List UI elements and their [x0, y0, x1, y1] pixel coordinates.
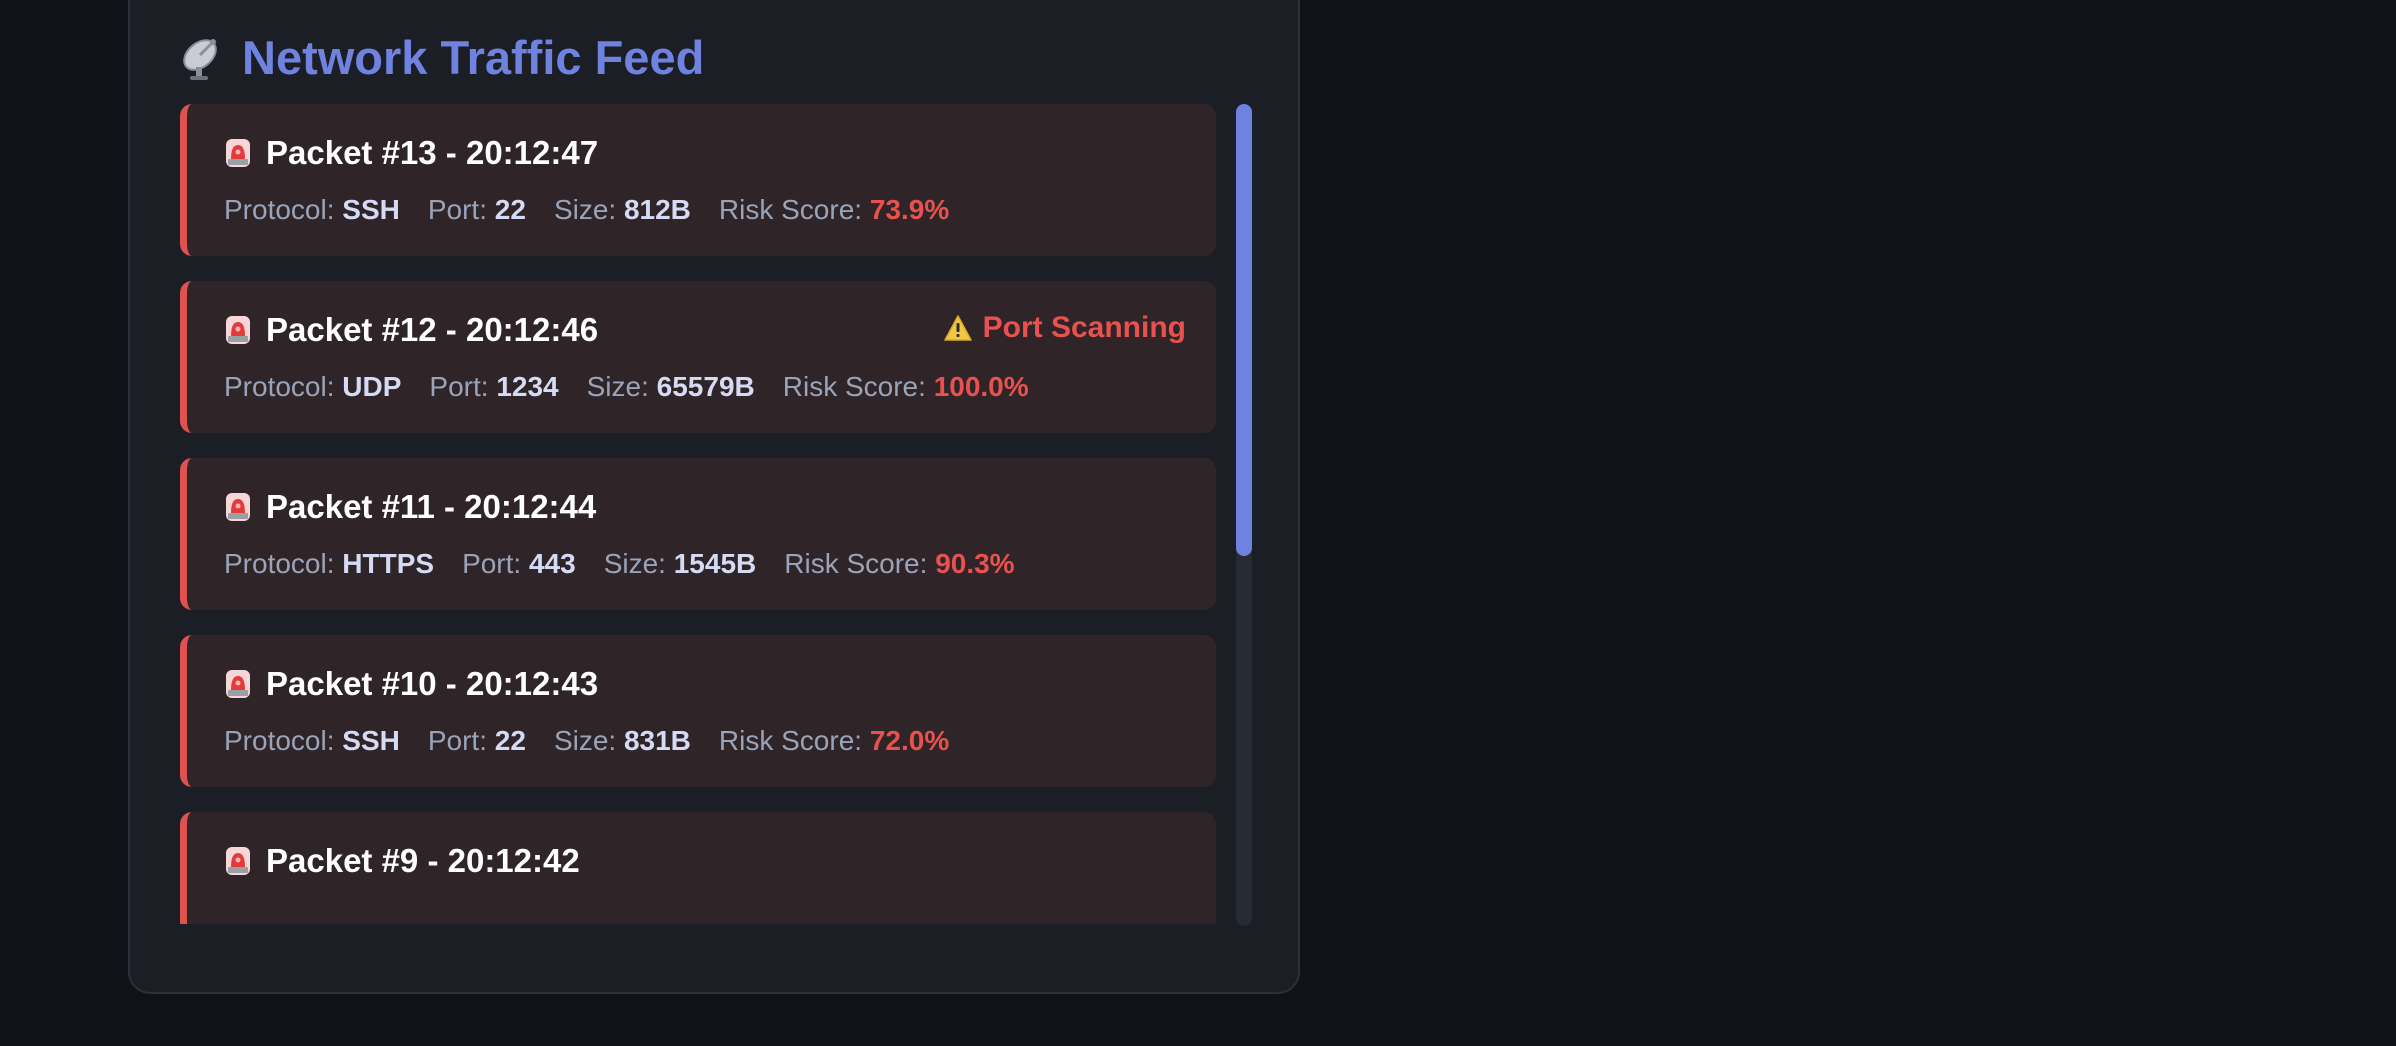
packet-card[interactable]: Packet #9 - 20:12:42	[180, 812, 1216, 924]
packet-meta: Protocol: HTTPS Port: 443 Size: 1545B Risk …	[224, 548, 1043, 580]
risk-score-value: 72.0%	[869, 725, 950, 756]
siren-icon	[224, 137, 252, 169]
packet-title: Packet #13 - 20:12:47	[266, 134, 599, 171]
port-label: Port:	[427, 194, 487, 225]
packet-card[interactable]: Packet #11 - 20:12:44 Protocol: HTTPS Port…	[180, 458, 1216, 610]
packet-header: Packet #9 - 20:12:42	[224, 842, 580, 880]
packet-header: Packet #10 - 20:12:43	[224, 665, 598, 703]
panel-title: Network Traffic Feed	[178, 22, 704, 92]
threat-alert-badge: Port Scanning	[943, 311, 1186, 345]
risk-label: Risk Score:	[718, 725, 863, 756]
protocol-field: Protocol: UDP	[224, 371, 401, 402]
risk-label: Risk Score:	[784, 548, 928, 579]
satellite-antenna-icon	[178, 31, 230, 83]
port-field: Port: 22	[428, 725, 526, 756]
risk-score-value: 73.9%	[869, 194, 950, 225]
siren-icon	[224, 491, 252, 523]
siren-icon	[224, 845, 252, 877]
panel-title-text: Network Traffic Feed	[242, 30, 705, 84]
traffic-feed-panel: Network Traffic Feed Packet #13 - 20:12:…	[128, 0, 1300, 994]
packet-header: Packet #13 - 20:12:47	[224, 134, 598, 172]
packet-header: Packet #11 - 20:12:44	[224, 488, 596, 526]
packet-meta: Protocol: UDP Port: 1234 Size: 65579B Risk …	[224, 371, 1057, 403]
size-value: 831B	[623, 725, 691, 756]
port-field: Port: 443	[462, 548, 576, 579]
port-value: 1234	[496, 371, 559, 402]
packet-feed-list[interactable]: Packet #13 - 20:12:47 Protocol: SSH Port: …	[180, 104, 1216, 924]
risk-field: Risk Score: 90.3%	[784, 548, 1014, 579]
protocol-value: SSH	[342, 194, 400, 225]
size-field: Size: 812B	[554, 194, 691, 225]
size-label: Size:	[553, 725, 617, 756]
packet-meta: Protocol: SSH Port: 22 Size: 831B Risk Scor…	[224, 725, 977, 757]
size-label: Size:	[553, 194, 617, 225]
port-field: Port: 1234	[429, 371, 558, 402]
size-field: Size: 65579B	[587, 371, 755, 402]
protocol-value: SSH	[342, 725, 400, 756]
port-value: 22	[494, 194, 526, 225]
packet-title: Packet #11 - 20:12:44	[266, 488, 597, 525]
port-value: 22	[494, 725, 526, 756]
risk-score-value: 100.0%	[933, 371, 1029, 402]
protocol-field: Protocol: HTTPS	[224, 548, 434, 579]
packet-title: Packet #12 - 20:12:46	[266, 311, 599, 348]
size-value: 65579B	[656, 371, 755, 402]
protocol-value: UDP	[342, 371, 402, 402]
size-label: Size:	[586, 371, 649, 402]
risk-label: Risk Score:	[782, 371, 926, 402]
risk-field: Risk Score: 73.9%	[719, 194, 949, 225]
risk-field: Risk Score: 72.0%	[719, 725, 949, 756]
protocol-label: Protocol:	[224, 548, 335, 579]
feed-scrollbar[interactable]	[1236, 104, 1252, 926]
packet-card[interactable]: Packet #12 - 20:12:46 Protocol: UDP Port: …	[180, 281, 1216, 433]
protocol-label: Protocol:	[224, 725, 335, 756]
size-field: Size: 1545B	[604, 548, 757, 579]
risk-score-value: 90.3%	[935, 548, 1015, 579]
port-value: 443	[528, 548, 576, 579]
port-label: Port:	[427, 725, 487, 756]
protocol-label: Protocol:	[224, 194, 335, 225]
size-label: Size:	[603, 548, 666, 579]
protocol-value: HTTPS	[342, 548, 435, 579]
packet-card[interactable]: Packet #13 - 20:12:47 Protocol: SSH Port: …	[180, 104, 1216, 256]
warning-icon	[943, 314, 973, 342]
siren-icon	[224, 668, 252, 700]
packet-title: Packet #10 - 20:12:43	[266, 665, 599, 702]
siren-icon	[224, 314, 252, 346]
protocol-field: Protocol: SSH	[224, 194, 400, 225]
threat-alert-label: Port Scanning	[982, 311, 1186, 344]
size-value: 812B	[623, 194, 691, 225]
size-field: Size: 831B	[554, 725, 691, 756]
port-label: Port:	[429, 371, 489, 402]
feed-scrollbar-thumb[interactable]	[1236, 104, 1252, 556]
port-label: Port:	[462, 548, 522, 579]
packet-meta: Protocol: SSH Port: 22 Size: 812B Risk Scor…	[224, 194, 977, 226]
packet-title: Packet #9 - 20:12:42	[266, 842, 580, 879]
packet-card[interactable]: Packet #10 - 20:12:43 Protocol: SSH Port: …	[180, 635, 1216, 787]
packet-header: Packet #12 - 20:12:46	[224, 311, 598, 349]
risk-field: Risk Score: 100.0%	[783, 371, 1029, 402]
protocol-label: Protocol:	[224, 371, 335, 402]
protocol-field: Protocol: SSH	[224, 725, 400, 756]
size-value: 1545B	[673, 548, 757, 579]
risk-label: Risk Score:	[718, 194, 863, 225]
port-field: Port: 22	[428, 194, 526, 225]
